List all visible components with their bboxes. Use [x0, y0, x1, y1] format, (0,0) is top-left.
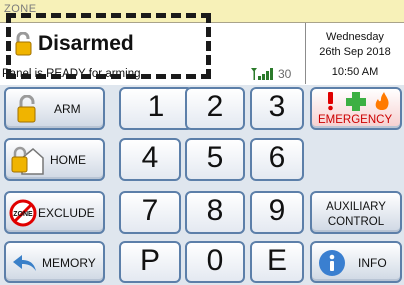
- back-arrow-icon: [13, 255, 36, 271]
- status-title: Disarmed: [38, 32, 134, 55]
- info-icon: [319, 250, 345, 276]
- key-1-label: 1: [147, 90, 165, 123]
- date-label: 26th Sep 2018: [319, 46, 391, 58]
- key-2-label: 2: [206, 90, 224, 123]
- key-6[interactable]: 6: [250, 138, 304, 181]
- exclude-label: EXCLUDE: [38, 206, 95, 220]
- home-label: HOME: [50, 153, 86, 167]
- auxiliary-label-2: CONTROL: [327, 216, 385, 228]
- key-9-label: 9: [268, 194, 286, 227]
- key-3-label: 3: [268, 90, 286, 123]
- key-4[interactable]: 4: [119, 138, 181, 181]
- key-6-label: 6: [268, 141, 286, 174]
- key-p[interactable]: P: [119, 241, 181, 283]
- key-4-label: 4: [141, 141, 159, 174]
- info-label: INFO: [358, 256, 387, 270]
- key-8[interactable]: 8: [185, 191, 245, 234]
- zone-label: ZONE: [4, 3, 37, 15]
- house-padlock-icon: [11, 146, 44, 175]
- key-3[interactable]: 3: [250, 87, 304, 130]
- arm-button[interactable]: ARM: [4, 87, 105, 130]
- day-label: Wednesday: [326, 31, 384, 43]
- key-0[interactable]: 0: [185, 241, 245, 283]
- key-p-label: P: [139, 244, 160, 277]
- arm-label: ARM: [54, 102, 81, 116]
- home-button[interactable]: HOME: [4, 138, 105, 181]
- status-message: Panel is READY for arming: [2, 68, 141, 80]
- emergency-label: EMERGENCY: [318, 114, 393, 126]
- emergency-button[interactable]: EMERGENCY: [310, 87, 402, 130]
- key-8-label: 8: [206, 194, 224, 227]
- key-7-label: 7: [141, 194, 159, 227]
- memory-button[interactable]: MEMORY: [4, 241, 105, 283]
- signal-bars-icon: [251, 68, 273, 80]
- alarm-panel-screen: ZONE Disarmed Panel is READY for arming …: [0, 0, 404, 285]
- info-button[interactable]: INFO: [310, 241, 402, 283]
- key-e[interactable]: E: [250, 241, 304, 283]
- padlock-icon: [17, 95, 36, 123]
- padlock-icon: [15, 32, 32, 56]
- key-9[interactable]: 9: [250, 191, 304, 234]
- status-area: Disarmed Panel is READY for arming 30: [0, 23, 306, 84]
- keypad-area: ARM HOME ZONE EXCLUDE MEMORY 1 2 3 4 5 6…: [0, 85, 404, 285]
- exclude-button[interactable]: ZONE EXCLUDE: [4, 191, 105, 234]
- key-5-label: 5: [206, 141, 224, 174]
- key-5[interactable]: 5: [185, 138, 245, 181]
- zone-strip: ZONE: [0, 0, 404, 23]
- time-label: 10:50 AM: [331, 66, 379, 78]
- key-2[interactable]: 2: [185, 87, 245, 130]
- prohibited-zone-icon: ZONE: [9, 199, 37, 227]
- auxiliary-label-1: AUXILIARY: [326, 201, 386, 213]
- key-1[interactable]: 1: [119, 87, 193, 130]
- key-7[interactable]: 7: [119, 191, 181, 234]
- key-0-label: 0: [206, 244, 224, 277]
- signal-strength-value: 30: [278, 67, 292, 81]
- alert-medical-fire-icons: [328, 92, 389, 111]
- zone-badge-text: ZONE: [13, 211, 33, 218]
- auxiliary-control-button[interactable]: AUXILIARY CONTROL: [310, 191, 402, 234]
- date-time-area: Wednesday 26th Sep 2018 10:50 AM: [306, 23, 404, 84]
- memory-label: MEMORY: [42, 256, 96, 270]
- key-e-label: E: [266, 244, 287, 277]
